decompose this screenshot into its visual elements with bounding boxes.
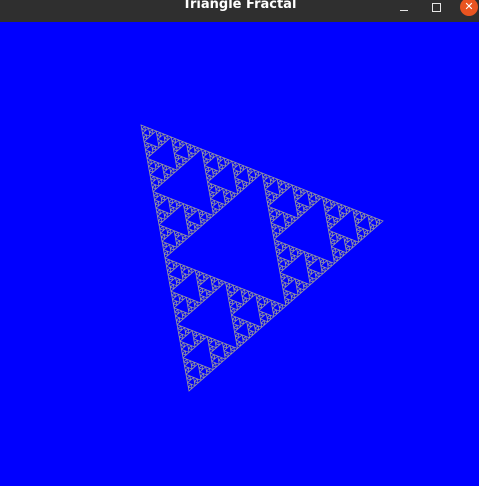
fractal-triangles bbox=[140, 124, 384, 392]
sierpinski-fractal bbox=[140, 124, 384, 392]
minimize-button[interactable] bbox=[394, 0, 414, 16]
maximize-icon bbox=[431, 2, 441, 12]
close-icon: ✕ bbox=[460, 0, 478, 16]
app-window: Triangle Fractal ✕ bbox=[0, 0, 479, 486]
drawing-canvas bbox=[0, 22, 479, 486]
title-bar[interactable]: Triangle Fractal ✕ bbox=[0, 0, 479, 23]
minimize-icon bbox=[400, 9, 408, 11]
maximize-button[interactable] bbox=[426, 0, 446, 16]
close-button[interactable]: ✕ bbox=[458, 0, 479, 16]
